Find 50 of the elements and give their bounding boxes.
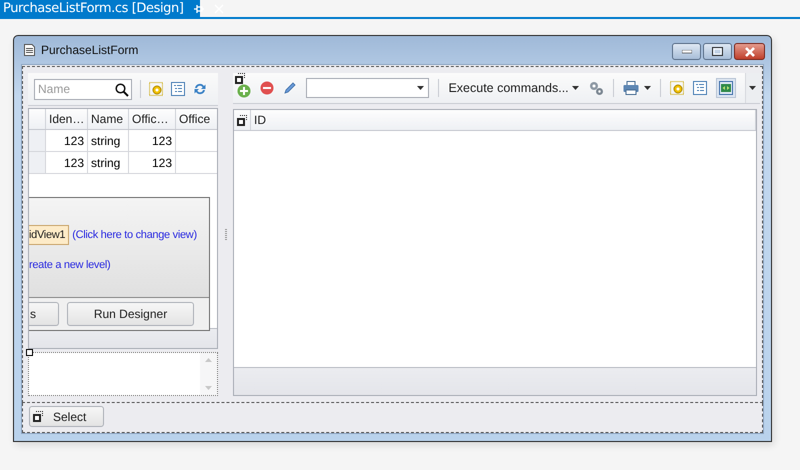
component-marker-icon	[33, 411, 44, 422]
partial-button[interactable]: s	[29, 302, 59, 326]
pencil-icon[interactable]	[283, 81, 297, 95]
table-cell: 123	[129, 130, 176, 151]
run-designer-button[interactable]: Run Designer	[67, 302, 194, 326]
window-title: PurchaseListForm	[41, 43, 138, 57]
close-button[interactable]	[734, 43, 765, 60]
table-cell: string	[88, 130, 129, 151]
caret-icon	[572, 86, 579, 90]
table-cell: 123	[46, 152, 88, 173]
refresh-icon[interactable]	[193, 82, 207, 96]
view-button[interactable]: idView1	[29, 225, 70, 245]
gear-icon[interactable]	[670, 81, 684, 95]
printer-icon[interactable]	[622, 81, 639, 95]
pin-icon[interactable]	[194, 4, 204, 14]
resize-handle[interactable]	[26, 349, 33, 356]
combo-box[interactable]	[306, 78, 430, 98]
caret-icon	[644, 86, 651, 90]
column-header[interactable]: Offic…	[129, 109, 176, 129]
maximize-button[interactable]	[703, 43, 732, 60]
column-header[interactable]: Office	[176, 109, 217, 129]
change-view-link[interactable]: (Click here to change view)	[72, 229, 197, 241]
overflow-button[interactable]	[744, 73, 760, 103]
table-cell: 123	[129, 152, 176, 173]
add-icon[interactable]	[237, 84, 251, 98]
form-icon	[24, 44, 35, 56]
list-icon[interactable]	[692, 81, 707, 95]
search-field[interactable]: Name	[34, 78, 132, 100]
close-icon	[744, 46, 756, 56]
table-cell: string	[88, 152, 129, 173]
maximize-icon	[712, 47, 723, 56]
create-level-link[interactable]: reate a new level)	[29, 259, 110, 271]
list-icon[interactable]	[171, 82, 185, 96]
minimize-icon	[682, 50, 692, 54]
table-cell: 123	[46, 130, 88, 151]
column-header[interactable]: Iden…	[46, 109, 88, 129]
gears-icon[interactable]	[588, 80, 604, 96]
search-icon	[115, 82, 129, 96]
select-button[interactable]: Select	[29, 406, 104, 427]
customize-icon[interactable]	[149, 82, 163, 96]
overflow-caret-icon	[749, 86, 756, 90]
memo-field[interactable]	[28, 352, 218, 396]
execute-commands-button[interactable]: Execute commands...	[448, 81, 579, 95]
remove-icon[interactable]	[260, 81, 274, 95]
document-tab-title: PurchaseListForm.cs [Design]	[3, 1, 184, 16]
minimize-button[interactable]	[672, 43, 701, 60]
component-marker-icon	[235, 73, 246, 84]
column-header[interactable]: Name	[88, 109, 129, 129]
scroll-bar[interactable]	[200, 353, 217, 395]
dropdown-caret-icon	[417, 86, 424, 90]
